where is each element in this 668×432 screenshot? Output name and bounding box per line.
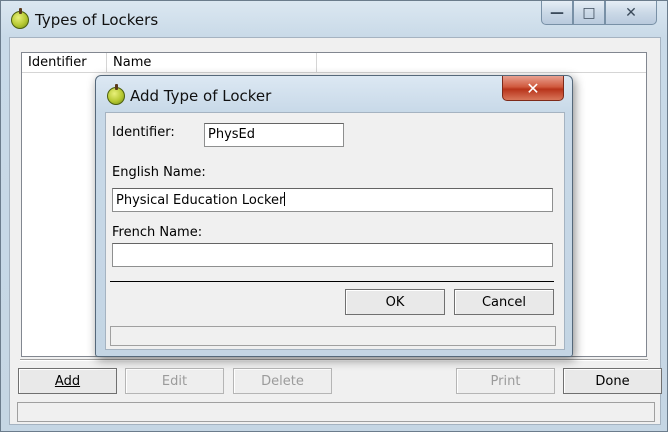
column-header-name[interactable]: Name (107, 53, 317, 73)
english-name-label: English Name: (112, 165, 206, 180)
column-header-identifier[interactable]: Identifier (22, 53, 107, 73)
french-name-label: French Name: (112, 225, 203, 240)
maximize-button[interactable]: □ (573, 1, 605, 25)
dialog-client-area: Identifier: PhysEd English Name: Physica… (105, 112, 565, 350)
print-button[interactable]: Print (456, 368, 555, 394)
french-name-field[interactable] (112, 243, 553, 267)
delete-button-label: Delete (261, 373, 304, 389)
close-icon: ✕ (625, 4, 637, 21)
edit-button-label: Edit (161, 373, 188, 389)
title-bar[interactable]: Types of Lockers — □ ✕ (1, 1, 667, 37)
dialog-divider (110, 281, 554, 283)
identifier-value: PhysEd (208, 127, 256, 142)
add-button[interactable]: Add (18, 368, 117, 394)
edit-button[interactable]: Edit (125, 368, 224, 394)
apple-icon (11, 8, 29, 29)
cancel-button-label: Cancel (481, 294, 527, 310)
dialog-status-bar (110, 326, 556, 346)
identifier-field[interactable]: PhysEd (204, 123, 344, 147)
minimize-icon: — (550, 4, 564, 21)
window-title: Types of Lockers (35, 11, 159, 29)
dialog-title: Add Type of Locker (130, 87, 272, 105)
print-button-label: Print (490, 373, 521, 389)
delete-button[interactable]: Delete (233, 368, 332, 394)
done-button[interactable]: Done (563, 368, 662, 394)
dialog-apple-icon (107, 84, 125, 105)
maximize-icon: □ (582, 4, 596, 21)
dialog-close-button[interactable]: ✕ (502, 76, 564, 101)
list-header: Identifier Name (22, 53, 646, 73)
ok-button[interactable]: OK (345, 289, 445, 315)
english-name-field[interactable]: Physical Education Locker (112, 188, 553, 212)
cancel-button[interactable]: Cancel (454, 289, 554, 315)
text-caret (284, 192, 286, 206)
close-icon: ✕ (526, 78, 540, 98)
ok-button-label: OK (385, 294, 405, 310)
close-button[interactable]: ✕ (605, 1, 657, 25)
identifier-label: Identifier: (112, 125, 175, 140)
minimize-button[interactable]: — (541, 1, 573, 25)
caption-buttons: — □ ✕ (541, 1, 657, 25)
english-name-value: Physical Education Locker (116, 193, 285, 208)
add-type-of-locker-dialog: Add Type of Locker ✕ Identifier: PhysEd … (95, 75, 573, 357)
add-button-label: Add (54, 373, 81, 389)
done-button-label: Done (595, 373, 630, 389)
divider (20, 359, 648, 361)
status-bar (17, 402, 655, 422)
